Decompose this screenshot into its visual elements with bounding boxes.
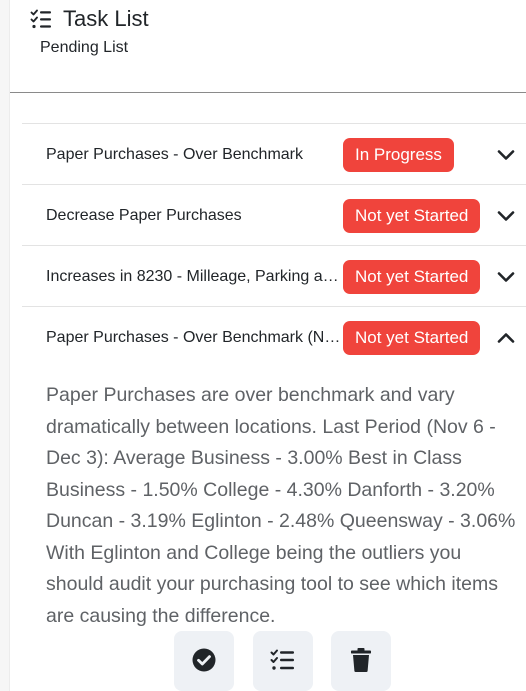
task-title: Decrease Paper Purchases: [46, 207, 242, 224]
task-list: Paper Purchases - Over Benchmark In Prog…: [22, 123, 526, 367]
task-row-expanded[interactable]: Paper Purchases - Over Benchmark (Nov 6 …: [22, 306, 526, 367]
task-row[interactable]: Decrease Paper Purchases Not yet Started: [22, 184, 526, 245]
header: Task List Pending List: [30, 0, 510, 92]
list-check-icon: [270, 648, 296, 675]
list-check-icon: [30, 8, 52, 30]
task-title: Paper Purchases - Over Benchmark (Nov 6 …: [46, 329, 342, 346]
chevron-down-icon[interactable]: [496, 145, 516, 165]
task-list-button[interactable]: [253, 631, 313, 691]
title-row: Task List: [30, 4, 149, 34]
chevron-down-icon[interactable]: [496, 206, 516, 226]
page-subtitle: Pending List: [40, 39, 129, 56]
chevron-down-icon[interactable]: [496, 267, 516, 287]
status-badge: Not yet Started: [343, 321, 481, 355]
chevron-up-icon[interactable]: [496, 328, 516, 348]
trash-icon: [350, 647, 372, 676]
task-detail-text: Paper Purchases are over benchmark and v…: [46, 384, 516, 627]
task-title: Paper Purchases - Over Benchmark: [46, 146, 303, 163]
left-edge: [0, 0, 10, 691]
header-divider: [10, 92, 526, 93]
status-badge: Not yet Started: [343, 260, 481, 294]
status-badge: Not yet Started: [343, 199, 481, 233]
status-badge: In Progress: [343, 138, 454, 172]
check-circle-icon: [192, 648, 216, 675]
delete-task-button[interactable]: [331, 631, 391, 691]
task-row[interactable]: Paper Purchases - Over Benchmark In Prog…: [22, 123, 526, 184]
complete-task-button[interactable]: [174, 631, 234, 691]
task-row[interactable]: Increases in 8230 - Milleage, Parking an…: [22, 245, 526, 306]
page-title: Task List: [63, 6, 149, 31]
action-bar: [0, 629, 526, 691]
task-title: Increases in 8230 - Milleage, Parking an…: [46, 268, 342, 285]
